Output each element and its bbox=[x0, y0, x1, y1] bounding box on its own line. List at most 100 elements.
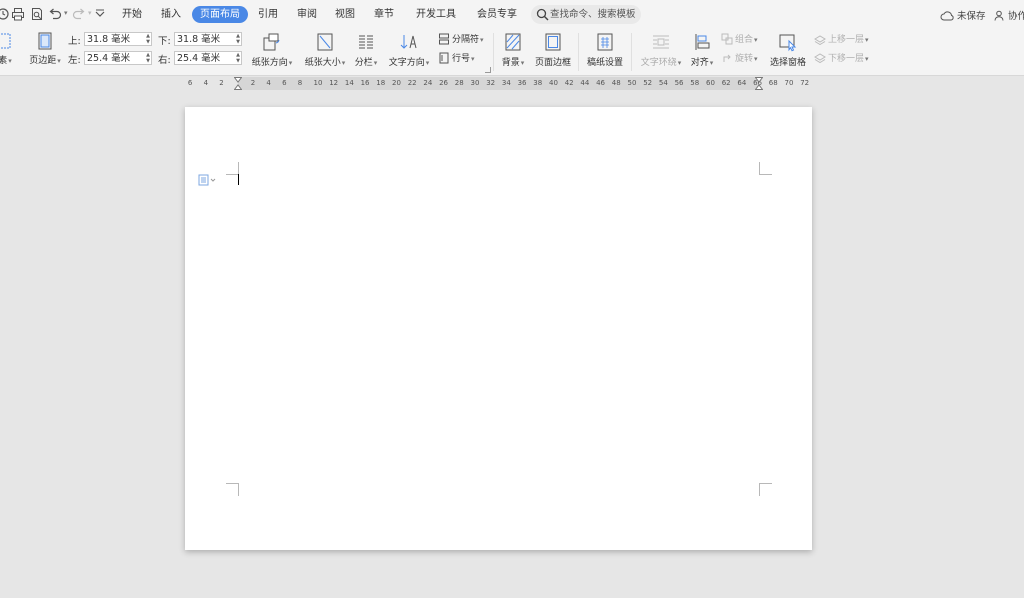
tab-developer[interactable]: 开发工具 bbox=[408, 6, 464, 23]
paper-size-icon bbox=[317, 33, 333, 51]
undo-history-icon[interactable] bbox=[0, 7, 10, 21]
collab-label: 协作 bbox=[1008, 11, 1024, 22]
ruler-number: 4 bbox=[266, 79, 271, 87]
horizontal-ruler[interactable]: 6 4 2 2 4 6 8 10 12 14 16 18 20 22 24 26 28 30 32 34 36 38 40 4… bbox=[185, 77, 812, 90]
orientation-label: 纸张方向 bbox=[251, 58, 288, 68]
line-numbers-button[interactable]: 行号▾ bbox=[438, 52, 475, 66]
page-border-button[interactable]: 页面边框 bbox=[533, 32, 573, 68]
page-border-label: 页面边框 bbox=[534, 58, 571, 68]
tab-references[interactable]: 引用 bbox=[250, 6, 286, 23]
ruler-number: 30 bbox=[470, 79, 480, 87]
ruler-number: 70 bbox=[784, 79, 794, 87]
top-margin-label: 上: bbox=[68, 36, 81, 47]
ruler-number: 20 bbox=[392, 79, 401, 87]
tab-review[interactable]: 审阅 bbox=[289, 6, 325, 23]
cloud-icon bbox=[940, 11, 954, 21]
breaks-icon bbox=[439, 33, 449, 45]
left-margin-value: 25.4 毫米 bbox=[87, 53, 131, 64]
breaks-label: 分隔符 bbox=[452, 35, 480, 45]
background-label: 背景 bbox=[501, 58, 520, 68]
ruler-number: 46 bbox=[596, 79, 606, 87]
theme-icon bbox=[0, 33, 11, 49]
margins-label: 页边距 bbox=[29, 56, 57, 66]
tab-home[interactable]: 开始 bbox=[114, 6, 150, 23]
orientation-icon bbox=[263, 33, 280, 51]
rotate-button[interactable]: 旋转▾ bbox=[721, 52, 758, 66]
ruler-number: 52 bbox=[643, 79, 653, 87]
ribbon: 素▾ 页边距▾ 上: 31.8 毫米 ▲ ▼ 左: 25.4 毫米 ▲ ▼ 下: 31.… bbox=[0, 29, 1024, 76]
right-margin-label: 右: bbox=[158, 55, 171, 66]
ruler-number: 42 bbox=[564, 79, 574, 87]
document-page[interactable] bbox=[185, 107, 812, 550]
group-icon bbox=[721, 33, 733, 45]
selection-pane-button[interactable]: 选择窗格 bbox=[767, 32, 809, 68]
ruler-number: 72 bbox=[800, 79, 810, 87]
paper-size-button[interactable]: 纸张大小▾ bbox=[302, 32, 348, 68]
background-button[interactable]: 背景▾ bbox=[499, 32, 527, 68]
tab-view[interactable]: 视图 bbox=[327, 6, 363, 23]
ruler-number: 68 bbox=[768, 79, 778, 87]
right-margin-value: 25.4 毫米 bbox=[177, 53, 221, 64]
group-button[interactable]: 组合▾ bbox=[721, 33, 758, 47]
ribbon-divider bbox=[493, 33, 494, 71]
ruler-number: 62 bbox=[721, 79, 731, 87]
redo-icon[interactable] bbox=[72, 7, 86, 21]
wrap-text-button[interactable]: 文字环绕▾ bbox=[638, 32, 684, 68]
bottom-margin-label: 下: bbox=[158, 36, 171, 47]
ruler-number: 34 bbox=[501, 79, 511, 87]
page-setup-launcher[interactable] bbox=[485, 67, 491, 73]
ruler-number: 4 bbox=[203, 79, 209, 87]
tab-member[interactable]: 会员专享 bbox=[469, 6, 525, 23]
align-button[interactable]: 对齐▾ bbox=[688, 32, 716, 68]
ruler-number: 60 bbox=[706, 79, 715, 87]
bring-forward-button[interactable]: 上移一层▾ bbox=[814, 33, 869, 47]
columns-button[interactable]: 分栏▾ bbox=[352, 32, 380, 68]
ruler-number: 44 bbox=[580, 79, 590, 87]
orientation-button[interactable]: 纸张方向▾ bbox=[249, 32, 295, 68]
margin-corner-bottom-right bbox=[759, 483, 772, 496]
bottom-margin-value: 31.8 毫米 bbox=[177, 34, 221, 45]
ruler-number: 32 bbox=[486, 79, 496, 87]
ruler-number: 54 bbox=[658, 79, 668, 87]
collaborate-button[interactable]: 协作 bbox=[994, 8, 1024, 22]
wrap-text-icon bbox=[653, 35, 669, 49]
grid-paper-label: 稿纸设置 bbox=[586, 58, 623, 68]
tab-insert[interactable]: 插入 bbox=[153, 6, 189, 23]
grid-paper-button[interactable]: 稿纸设置 bbox=[584, 32, 626, 68]
unsaved-status[interactable]: 未保存 bbox=[940, 8, 986, 22]
margins-button[interactable]: 页边距▾ bbox=[26, 32, 64, 66]
ribbon-divider bbox=[631, 33, 632, 71]
ruler-number: 16 bbox=[360, 79, 370, 87]
undo-icon[interactable] bbox=[48, 7, 62, 21]
customize-icon[interactable] bbox=[93, 7, 107, 21]
search-icon bbox=[536, 8, 549, 21]
top-margin-field[interactable]: 31.8 毫米 ▲ ▼ bbox=[84, 32, 152, 46]
send-backward-icon bbox=[814, 53, 826, 64]
ruler-number: 10 bbox=[313, 79, 323, 87]
print-preview-icon[interactable] bbox=[30, 7, 44, 21]
search-input[interactable]: 查找命令、搜索模板 bbox=[531, 5, 641, 24]
text-cursor bbox=[238, 174, 239, 185]
theme-button[interactable]: 素▾ bbox=[0, 32, 14, 66]
breaks-button[interactable]: 分隔符▾ bbox=[438, 33, 484, 47]
ruler-number: 56 bbox=[674, 79, 684, 87]
tab-page-layout[interactable]: 页面布局 bbox=[192, 6, 248, 23]
margin-corner-top-right bbox=[759, 162, 772, 175]
ruler-number: 14 bbox=[344, 79, 354, 87]
line-numbers-label: 行号 bbox=[452, 54, 471, 64]
user-icon bbox=[994, 10, 1004, 21]
ruler-number: 28 bbox=[454, 79, 464, 87]
bottom-margin-field[interactable]: 31.8 毫米 ▲ ▼ bbox=[174, 32, 242, 46]
selection-pane-label: 选择窗格 bbox=[769, 58, 806, 68]
send-backward-button[interactable]: 下移一层▾ bbox=[814, 52, 869, 66]
paragraph-layout-icon[interactable] bbox=[198, 174, 216, 186]
left-indent-marker-icon[interactable] bbox=[234, 77, 242, 90]
ruler-number: 2 bbox=[250, 79, 256, 87]
tab-chapters[interactable]: 章节 bbox=[366, 6, 402, 23]
left-margin-field[interactable]: 25.4 毫米 ▲ ▼ bbox=[84, 51, 152, 65]
print-icon[interactable] bbox=[11, 7, 25, 21]
text-direction-button[interactable]: 文字方向▾ bbox=[386, 32, 432, 68]
right-indent-marker-icon[interactable] bbox=[755, 77, 763, 90]
right-margin-field[interactable]: 25.4 毫米 ▲ ▼ bbox=[174, 51, 242, 65]
rotate-icon bbox=[723, 54, 731, 62]
